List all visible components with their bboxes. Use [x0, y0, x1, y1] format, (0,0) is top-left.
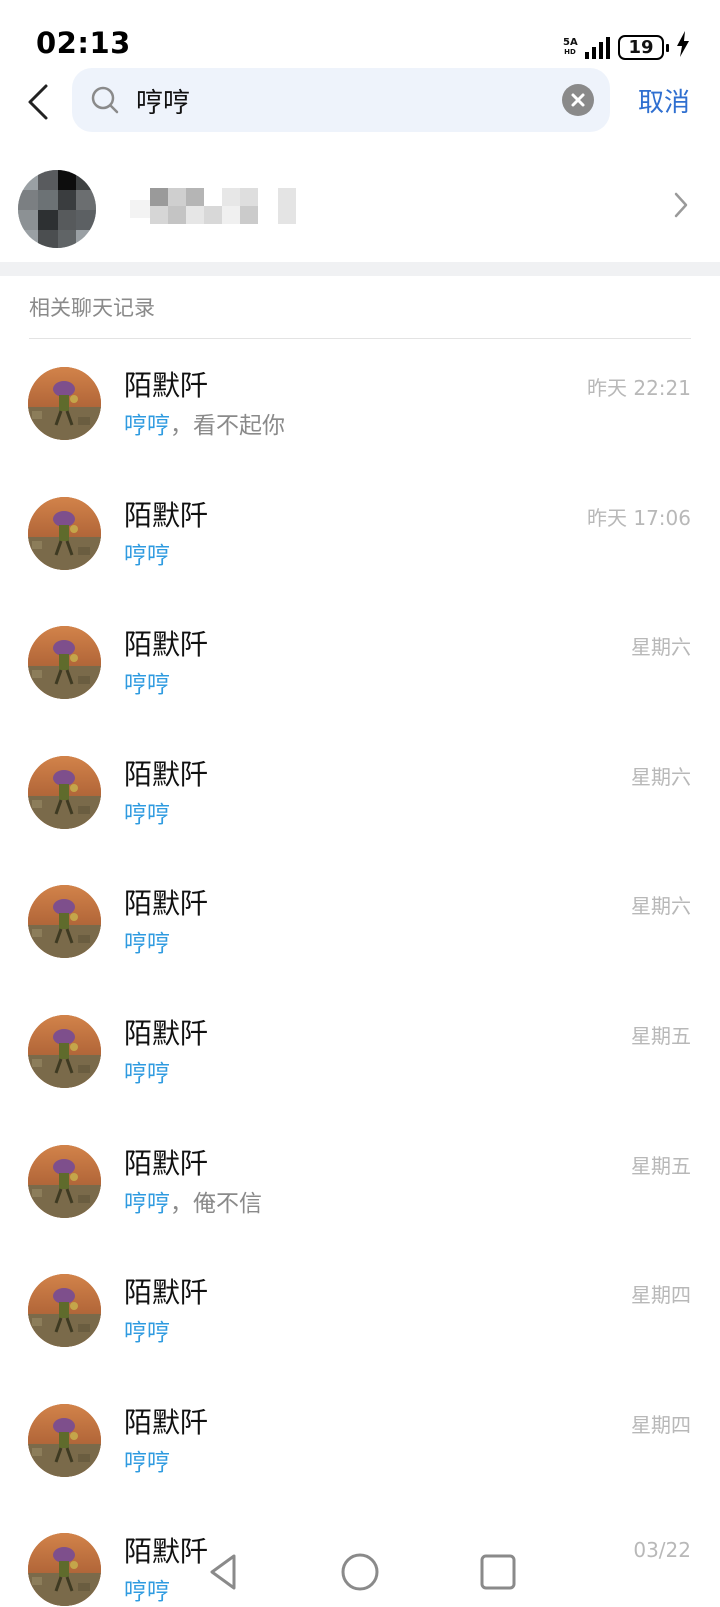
avatar: [28, 1533, 101, 1607]
nav-home-button[interactable]: [338, 1550, 382, 1594]
status-time: 02:13: [36, 26, 131, 60]
message-snippet: 哼哼: [124, 1054, 170, 1088]
avatar: [28, 885, 101, 959]
search-input[interactable]: [136, 68, 536, 132]
message-time: 03/22: [633, 1538, 691, 1563]
keyword-highlight: 哼哼: [124, 1449, 170, 1476]
contact-name: 陌默阡: [124, 1535, 209, 1569]
chat-record-row[interactable]: 陌默阡 星期五哼哼，俺不信: [0, 1140, 720, 1270]
section-line: [29, 338, 691, 339]
message-snippet: 哼哼: [124, 1572, 170, 1606]
chat-record-list: 陌默阡 昨天 22:21 哼哼，看不起你 陌默阡 昨天 17:06 哼哼 陌默阡 星期六 哼哼陌…: [0, 362, 720, 1607]
message-time: 星期六: [631, 635, 691, 660]
charging-icon: [676, 31, 690, 63]
keyword-highlight: 哼哼: [124, 801, 170, 828]
back-button[interactable]: [24, 82, 54, 122]
battery-level: 19: [628, 36, 654, 58]
message-time: 昨天 22:21: [587, 376, 691, 400]
contact-name-blurred: [130, 188, 310, 228]
contact-name: 陌默阡: [124, 1276, 209, 1310]
avatar: [28, 496, 101, 570]
network-hd-label: HD: [564, 48, 576, 56]
avatar: [28, 367, 101, 440]
search-header: 取消: [0, 68, 720, 134]
square-recents-icon: [480, 1554, 516, 1590]
chat-record-row[interactable]: 陌默阡 昨天 22:21 哼哼，看不起你: [0, 362, 720, 492]
message-time: 昨天 17:06: [587, 505, 691, 530]
chat-record-row[interactable]: 陌默阡 星期六哼哼: [0, 880, 720, 1010]
contact-result-row[interactable]: [0, 164, 720, 248]
network-type-indicator: 5A HD: [563, 37, 578, 57]
message-time: 星期六: [631, 894, 691, 919]
keyword-highlight: 哼哼: [124, 1190, 170, 1217]
snippet-rest: ，俺不信: [170, 1190, 262, 1217]
search-box[interactable]: [72, 68, 610, 132]
avatar: [28, 1014, 101, 1088]
circle-home-icon: [341, 1553, 379, 1591]
signal-icon: [585, 35, 610, 59]
keyword-highlight: 哼哼: [124, 931, 170, 958]
keyword-highlight: 哼哼: [124, 1320, 170, 1347]
search-icon: [91, 86, 119, 114]
keyword-highlight: 哼哼: [124, 1060, 170, 1087]
chat-record-row[interactable]: 陌默阡 昨天 17:06 哼哼: [0, 492, 720, 622]
status-icons: 5A HD 19: [563, 30, 690, 64]
chat-record-row[interactable]: 陌默阡 星期四哼哼: [0, 1399, 720, 1529]
nav-back-button[interactable]: [202, 1550, 246, 1594]
contact-avatar-blurred: [18, 170, 96, 248]
message-time: 星期四: [631, 1412, 691, 1437]
message-snippet: 哼哼: [124, 924, 170, 958]
network-type-label: 5A: [563, 37, 578, 48]
contact-name: 陌默阡: [124, 1146, 209, 1180]
avatar: [28, 1144, 101, 1218]
message-snippet: 哼哼: [124, 665, 170, 699]
message-time: 星期六: [631, 764, 691, 789]
keyword-highlight: 哼哼: [124, 542, 170, 569]
message-snippet: 哼哼: [124, 1313, 170, 1347]
keyword-highlight: 哼哼: [124, 413, 170, 439]
message-snippet: 哼哼: [124, 795, 170, 829]
contact-name: 陌默阡: [124, 1405, 209, 1439]
battery-icon: 19: [618, 34, 669, 60]
message-time: 星期五: [631, 1153, 691, 1178]
status-bar: 02:13 5A HD 19: [0, 0, 720, 72]
chevron-right-icon: [672, 190, 690, 220]
contact-name: 陌默阡: [124, 498, 209, 532]
snippet-rest: ，看不起你: [170, 413, 285, 439]
chat-record-row[interactable]: 陌默阡 星期五哼哼: [0, 1010, 720, 1140]
message-snippet: 哼哼，看不起你: [124, 406, 285, 440]
triangle-back-icon: [210, 1554, 236, 1590]
message-time: 星期四: [631, 1283, 691, 1308]
section-title: 相关聊天记录: [29, 296, 155, 320]
keyword-highlight: 哼哼: [124, 672, 170, 699]
avatar: [28, 1403, 101, 1477]
contact-name: 陌默阡: [124, 887, 209, 921]
chat-record-row[interactable]: 陌默阡 星期四哼哼: [0, 1269, 720, 1399]
chat-record-row[interactable]: 陌默阡 星期六哼哼: [0, 621, 720, 751]
section-divider: [0, 262, 720, 276]
avatar: [28, 626, 101, 700]
contact-name: 陌默阡: [124, 369, 209, 402]
message-snippet: 哼哼: [124, 536, 170, 570]
cancel-button[interactable]: 取消: [638, 82, 690, 119]
contact-name: 陌默阡: [124, 757, 209, 791]
avatar: [28, 1274, 101, 1348]
message-time: 星期五: [631, 1023, 691, 1048]
contact-name: 陌默阡: [124, 1016, 209, 1050]
avatar: [28, 755, 101, 829]
message-snippet: 哼哼: [124, 1443, 170, 1477]
message-snippet: 哼哼，俺不信: [124, 1184, 262, 1218]
keyword-highlight: 哼哼: [124, 1579, 170, 1606]
clear-search-button[interactable]: [562, 84, 594, 116]
clear-icon: [571, 93, 585, 107]
contact-name: 陌默阡: [124, 628, 209, 662]
chat-record-row[interactable]: 陌默阡 星期六哼哼: [0, 751, 720, 881]
nav-recents-button[interactable]: [476, 1550, 520, 1594]
chevron-left-icon: [28, 84, 48, 120]
